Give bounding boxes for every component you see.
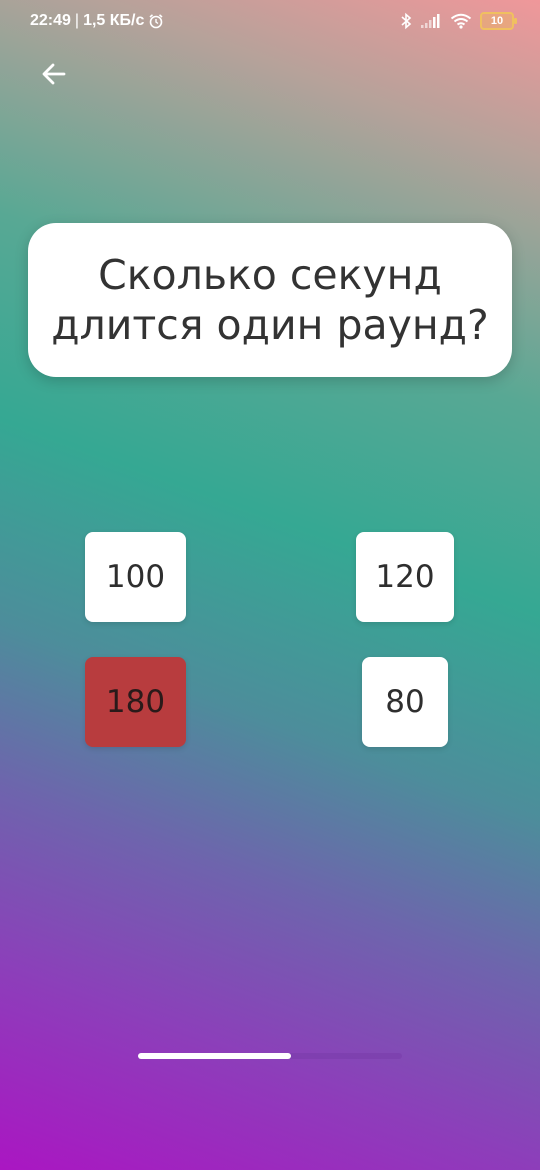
answer-label: 120 <box>375 559 435 595</box>
question-card: Сколько секунд длится один раунд? <box>28 223 512 377</box>
cellular-signal-icon <box>420 13 442 29</box>
status-right: 10 <box>400 12 517 30</box>
battery-level: 10 <box>490 15 504 27</box>
status-separator: | <box>74 12 80 29</box>
answer-option-120[interactable]: 120 <box>356 532 454 622</box>
question-text: Сколько секунд длится один раунд? <box>51 250 489 350</box>
arrow-left-icon <box>40 60 68 88</box>
status-bar: 22:49 | 1,5 КБ/с 10 <box>0 0 540 48</box>
status-network-speed: 1,5 КБ/с <box>83 12 145 29</box>
answer-label: 100 <box>105 559 166 595</box>
wifi-icon <box>450 13 472 29</box>
answer-option-80[interactable]: 80 <box>362 657 448 747</box>
back-button[interactable] <box>36 56 72 92</box>
question-line-1: Сколько секунд <box>98 251 442 299</box>
round-progress-bar <box>138 1053 402 1059</box>
answer-label: 80 <box>385 684 425 720</box>
status-left: 22:49 | 1,5 КБ/с <box>30 12 164 30</box>
battery-indicator: 10 <box>480 12 517 30</box>
answer-option-180[interactable]: 180 <box>85 657 186 747</box>
question-line-2: длится один раунд? <box>51 301 489 349</box>
answer-option-100[interactable]: 100 <box>85 532 186 622</box>
status-time: 22:49 <box>30 12 71 29</box>
round-progress-fill <box>138 1053 292 1059</box>
answer-label: 180 <box>105 684 166 720</box>
alarm-clock-icon <box>148 13 164 29</box>
bluetooth-icon <box>400 12 412 30</box>
